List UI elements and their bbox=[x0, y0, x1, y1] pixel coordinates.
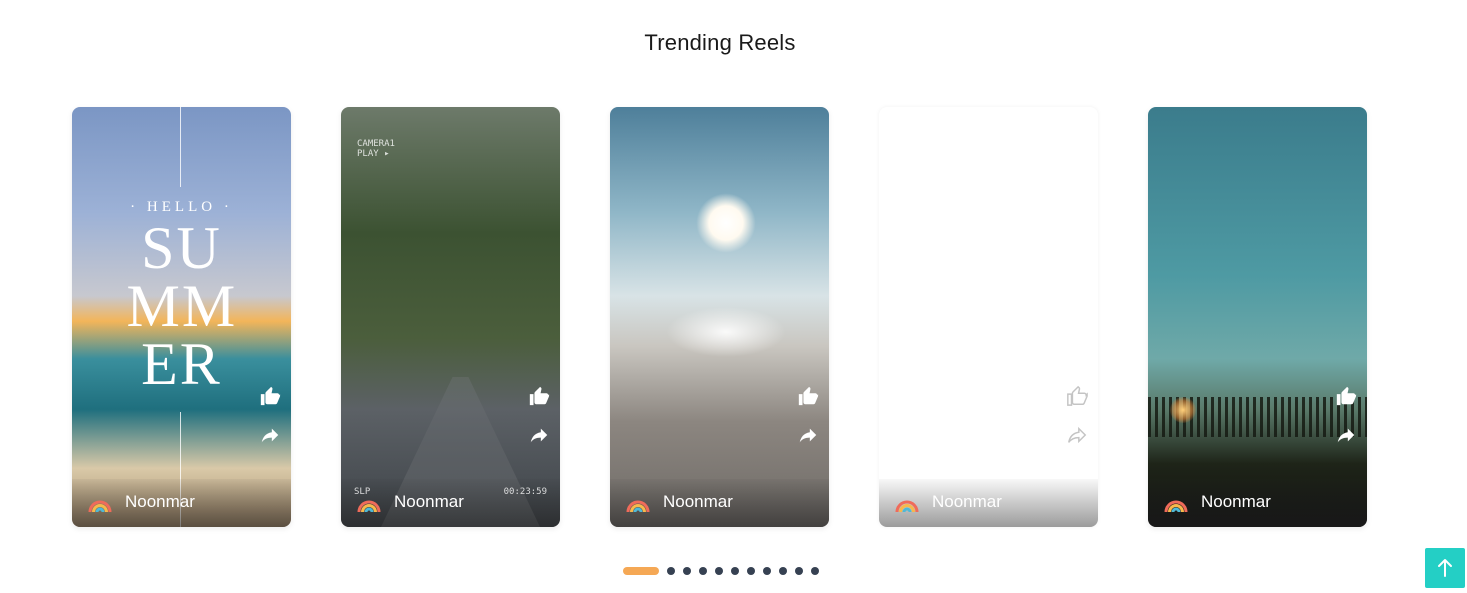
rainbow-avatar-icon bbox=[1164, 500, 1188, 513]
channel-name[interactable]: Noonmar bbox=[394, 492, 464, 512]
pagination-dot[interactable] bbox=[731, 567, 739, 575]
share-icon[interactable] bbox=[1066, 424, 1088, 446]
reel-card[interactable]: · HELLO · SU MM ER Noonmar bbox=[72, 107, 291, 527]
reel-overlay-hello: · HELLO · bbox=[130, 199, 233, 215]
rainbow-avatar-icon bbox=[357, 500, 381, 513]
pagination-dot[interactable] bbox=[811, 567, 819, 575]
play-label: PLAY ▸ bbox=[357, 149, 390, 159]
reel-overlay-summer: SU MM ER bbox=[126, 215, 238, 397]
reel-card[interactable]: Noonmar bbox=[610, 107, 829, 527]
pagination-dot[interactable] bbox=[763, 567, 771, 575]
share-icon[interactable] bbox=[797, 424, 819, 446]
thumbs-up-icon[interactable] bbox=[528, 385, 550, 407]
share-icon[interactable] bbox=[259, 424, 281, 446]
divider-line bbox=[180, 107, 181, 187]
channel-name[interactable]: Noonmar bbox=[125, 492, 195, 512]
pagination-dot[interactable] bbox=[699, 567, 707, 575]
reel-card[interactable]: Noonmar bbox=[879, 107, 1098, 527]
sunset-glow bbox=[1170, 397, 1196, 423]
camera-label: CAMERA1 bbox=[357, 139, 395, 149]
share-icon[interactable] bbox=[1335, 424, 1357, 446]
thumbs-up-icon[interactable] bbox=[259, 385, 281, 407]
scroll-to-top-button[interactable] bbox=[1425, 548, 1465, 588]
share-icon[interactable] bbox=[528, 424, 550, 446]
pagination-dot[interactable] bbox=[667, 567, 675, 575]
thumbs-up-icon[interactable] bbox=[797, 385, 819, 407]
rainbow-avatar-icon bbox=[895, 500, 919, 513]
channel-name[interactable]: Noonmar bbox=[1201, 492, 1271, 512]
channel-name[interactable]: Noonmar bbox=[932, 492, 1002, 512]
pagination-dot[interactable] bbox=[747, 567, 755, 575]
reel-card[interactable]: CAMERA1 PLAY ▸ SLP 00:23:59 Noonmar bbox=[341, 107, 560, 527]
rainbow-avatar-icon bbox=[88, 500, 112, 513]
thumbs-up-icon[interactable] bbox=[1066, 385, 1088, 407]
rainbow-avatar-icon bbox=[626, 500, 650, 513]
pagination-dot[interactable] bbox=[779, 567, 787, 575]
thumbs-up-icon[interactable] bbox=[1335, 385, 1357, 407]
pagination-dot[interactable] bbox=[715, 567, 723, 575]
sun-reflection bbox=[666, 307, 786, 357]
sun-glow bbox=[696, 193, 756, 253]
pagination-dot[interactable] bbox=[683, 567, 691, 575]
timecode-label: 00:23:59 bbox=[503, 487, 547, 497]
section-title: Trending Reels bbox=[644, 30, 796, 55]
channel-name[interactable]: Noonmar bbox=[663, 492, 733, 512]
carousel-pagination bbox=[623, 567, 819, 575]
pagination-dot[interactable] bbox=[795, 567, 803, 575]
pagination-dot-active[interactable] bbox=[623, 567, 659, 575]
arrow-up-icon bbox=[1438, 559, 1452, 577]
reel-card[interactable]: Noonmar bbox=[1148, 107, 1367, 527]
